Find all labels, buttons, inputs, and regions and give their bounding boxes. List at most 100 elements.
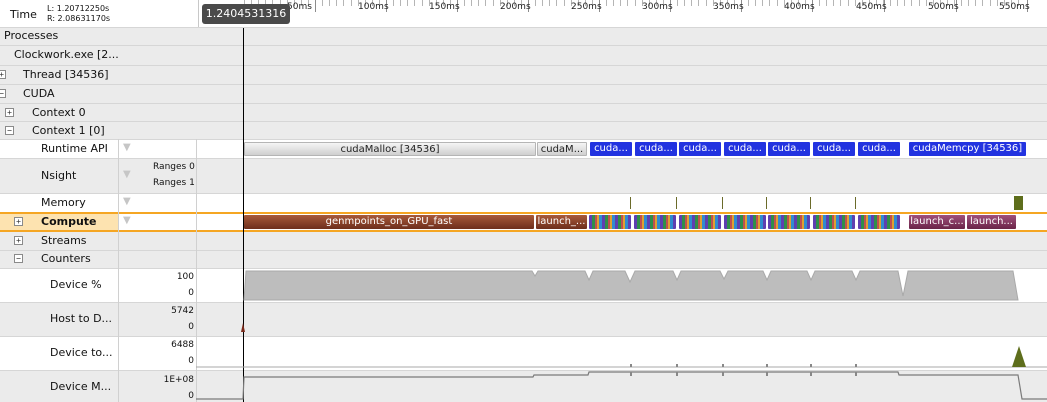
ruler-tick-label: 400ms bbox=[784, 2, 815, 12]
ruler-minor-tick bbox=[400, 0, 402, 6]
memory-marker[interactable] bbox=[766, 197, 767, 209]
ruler-minor-tick bbox=[890, 0, 892, 6]
ruler-tick-label: 150ms bbox=[429, 2, 460, 12]
nsight-ranges-1: Ranges 1 bbox=[153, 178, 195, 188]
nsight-ranges-0: Ranges 0 bbox=[153, 162, 195, 172]
ruler-minor-tick bbox=[613, 0, 615, 6]
ruler-minor-tick bbox=[492, 0, 494, 6]
ruler-minor-tick bbox=[407, 0, 409, 6]
tree-context-0[interactable]: Context 0 bbox=[32, 107, 86, 118]
tree-streams[interactable]: Streams bbox=[41, 235, 87, 246]
ruler-major-tick bbox=[315, 0, 316, 12]
row-separator bbox=[0, 45, 1047, 46]
collapse-counters-icon[interactable]: − bbox=[14, 254, 23, 263]
time-ruler[interactable]: 50ms 100ms 150ms 200ms 250ms 300ms 350ms 400ms 4… bbox=[198, 0, 1047, 27]
compute-kernel-bar[interactable] bbox=[813, 215, 855, 229]
ruler-minor-tick bbox=[698, 0, 700, 6]
expand-streams-icon[interactable]: + bbox=[14, 236, 23, 245]
ruler-minor-tick bbox=[975, 0, 977, 6]
ruler-minor-tick bbox=[925, 0, 927, 6]
ruler-tick-label: 200ms bbox=[500, 2, 531, 12]
runtime-api-bar[interactable]: cudaM... bbox=[537, 142, 587, 156]
ruler-minor-tick bbox=[563, 0, 565, 6]
memory-marker[interactable] bbox=[676, 197, 677, 209]
runtime-api-bar[interactable]: cuda... bbox=[768, 142, 810, 156]
ruler-minor-tick bbox=[755, 0, 757, 6]
ruler-minor-tick bbox=[549, 0, 551, 6]
ruler-tick-label: 100ms bbox=[358, 2, 389, 12]
memory-marker[interactable] bbox=[722, 197, 723, 209]
runtime-api-bar[interactable]: cuda... bbox=[590, 142, 632, 156]
runtime-api-bar[interactable]: cuda... bbox=[724, 142, 766, 156]
memory-track bbox=[0, 193, 1047, 212]
compute-kernel-bar[interactable]: launch_c... bbox=[909, 215, 965, 229]
ruler-minor-tick bbox=[606, 0, 608, 6]
counter-graphs bbox=[196, 270, 1047, 400]
ruler-minor-tick bbox=[826, 0, 828, 6]
ruler-minor-tick bbox=[968, 0, 970, 6]
ruler-minor-tick bbox=[478, 0, 480, 6]
compute-kernel-bar[interactable]: launch_... bbox=[536, 215, 587, 229]
runtime-api-bar[interactable]: cuda... bbox=[813, 142, 855, 156]
compute-kernel-bar[interactable]: launch... bbox=[967, 215, 1016, 229]
compute-kernel-bar[interactable] bbox=[724, 215, 766, 229]
ruler-minor-tick bbox=[769, 0, 771, 6]
memory-marker[interactable] bbox=[630, 197, 631, 209]
compute-kernel-bar[interactable] bbox=[589, 215, 631, 229]
tree-nsight[interactable]: Nsight bbox=[41, 170, 76, 181]
ruler-minor-tick bbox=[322, 0, 324, 6]
runtime-api-bar[interactable]: cudaMalloc [34536] bbox=[244, 142, 536, 156]
tree-processes[interactable]: Processes bbox=[4, 30, 58, 41]
memory-copy-marker[interactable] bbox=[1014, 196, 1023, 210]
ruler-tick-label: 450ms bbox=[856, 2, 887, 12]
ruler-minor-tick bbox=[684, 0, 686, 6]
tree-cuda[interactable]: CUDA bbox=[23, 88, 55, 99]
tree-clockwork-process[interactable]: Clockwork.exe [2... bbox=[14, 49, 119, 60]
ruler-minor-tick bbox=[421, 0, 423, 6]
range-left-readout: L: 1.20712250s bbox=[47, 4, 110, 13]
memory-marker[interactable] bbox=[855, 197, 856, 209]
ruler-tick-label: 300ms bbox=[642, 2, 673, 12]
ruler-minor-tick bbox=[677, 0, 679, 6]
nsight-filter-icon[interactable]: ▼ bbox=[123, 170, 135, 180]
ruler-minor-tick bbox=[961, 0, 963, 6]
runtime-api-bar[interactable]: cudaMemcpy [34536] bbox=[909, 142, 1026, 156]
ruler-minor-tick bbox=[329, 0, 331, 6]
ruler-minor-tick bbox=[982, 0, 984, 6]
device-to-host-spike bbox=[1012, 346, 1026, 367]
runtime-api-bar[interactable]: cuda... bbox=[858, 142, 900, 156]
row-separator bbox=[0, 103, 1047, 104]
ruler-minor-tick bbox=[918, 0, 920, 6]
tree-thread[interactable]: Thread [34536] bbox=[23, 69, 109, 80]
ruler-minor-tick bbox=[762, 0, 764, 6]
ruler-minor-tick bbox=[414, 0, 416, 6]
row-separator bbox=[0, 158, 1047, 159]
ruler-minor-tick bbox=[556, 0, 558, 6]
cursor-time-tooltip: 1.2404531316 bbox=[202, 4, 290, 24]
memory-marker[interactable] bbox=[810, 197, 811, 209]
runtime-api-bar[interactable]: cuda... bbox=[635, 142, 677, 156]
compute-kernel-bar[interactable] bbox=[679, 215, 721, 229]
expand-context0-icon[interactable]: + bbox=[5, 108, 14, 117]
ruler-minor-tick bbox=[691, 0, 693, 6]
collapse-cuda-icon[interactable]: − bbox=[0, 89, 6, 98]
ruler-tick-label: 550ms bbox=[999, 2, 1030, 12]
compute-kernel-bar[interactable] bbox=[634, 215, 676, 229]
ruler-minor-tick bbox=[350, 0, 352, 6]
tree-context-1[interactable]: Context 1 [0] bbox=[32, 125, 105, 136]
compute-kernel-bar[interactable] bbox=[768, 215, 810, 229]
runtime-api-bar[interactable]: cuda... bbox=[679, 142, 721, 156]
ruler-minor-tick bbox=[897, 0, 899, 6]
compute-kernel-bar[interactable] bbox=[858, 215, 900, 229]
ruler-minor-tick bbox=[464, 0, 466, 6]
ruler-minor-tick bbox=[840, 0, 842, 6]
host-to-device-spike bbox=[241, 323, 245, 332]
collapse-context1-icon[interactable]: − bbox=[5, 126, 14, 135]
compute-kernel-bar[interactable]: genmpoints_on_GPU_fast bbox=[244, 215, 534, 229]
ruler-minor-tick bbox=[535, 0, 537, 6]
ruler-minor-tick bbox=[911, 0, 913, 6]
ruler-minor-tick bbox=[542, 0, 544, 6]
expand-thread-icon[interactable]: + bbox=[0, 70, 6, 79]
tree-counters[interactable]: Counters bbox=[41, 253, 91, 264]
device-memory-blips bbox=[630, 372, 857, 376]
